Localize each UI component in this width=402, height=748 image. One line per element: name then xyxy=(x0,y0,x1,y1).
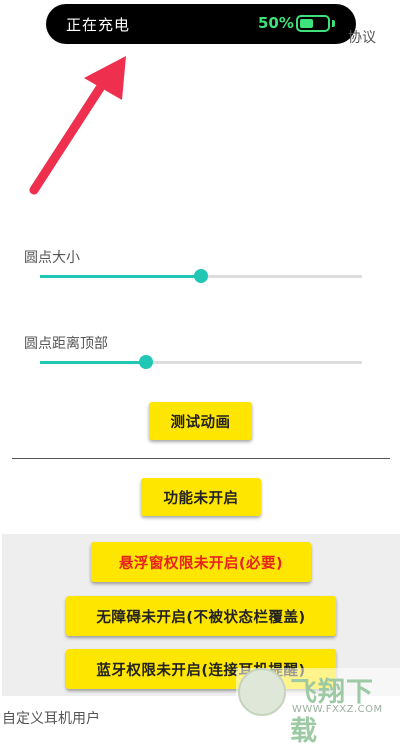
dot-top-distance-slider-fill xyxy=(40,361,146,364)
dot-size-slider[interactable] xyxy=(40,269,362,283)
dot-size-label: 圆点大小 xyxy=(24,250,80,266)
dot-top-distance-slider[interactable] xyxy=(40,355,362,369)
dot-top-distance-label: 圆点距离顶部 xyxy=(24,336,108,352)
watermark: 飞翔下载 WWW.FXXZ.COM xyxy=(236,668,400,747)
watermark-url: WWW.FXXZ.COM xyxy=(292,704,383,715)
watermark-logo-icon xyxy=(238,668,286,716)
section-divider xyxy=(12,458,390,459)
custom-earphone-user-label[interactable]: 自定义耳机用户 xyxy=(2,708,100,728)
dot-size-slider-fill xyxy=(40,275,201,278)
dot-top-distance-slider-thumb[interactable] xyxy=(139,355,153,369)
test-animation-button[interactable]: 测试动画 xyxy=(149,402,252,440)
accessibility-button[interactable]: 无障碍未开启(不被状态栏覆盖) xyxy=(66,596,336,636)
dot-size-slider-thumb[interactable] xyxy=(194,269,208,283)
feature-status-button[interactable]: 功能未开启 xyxy=(141,478,261,516)
overlay-permission-button[interactable]: 悬浮窗权限未开启(必要) xyxy=(91,542,311,582)
